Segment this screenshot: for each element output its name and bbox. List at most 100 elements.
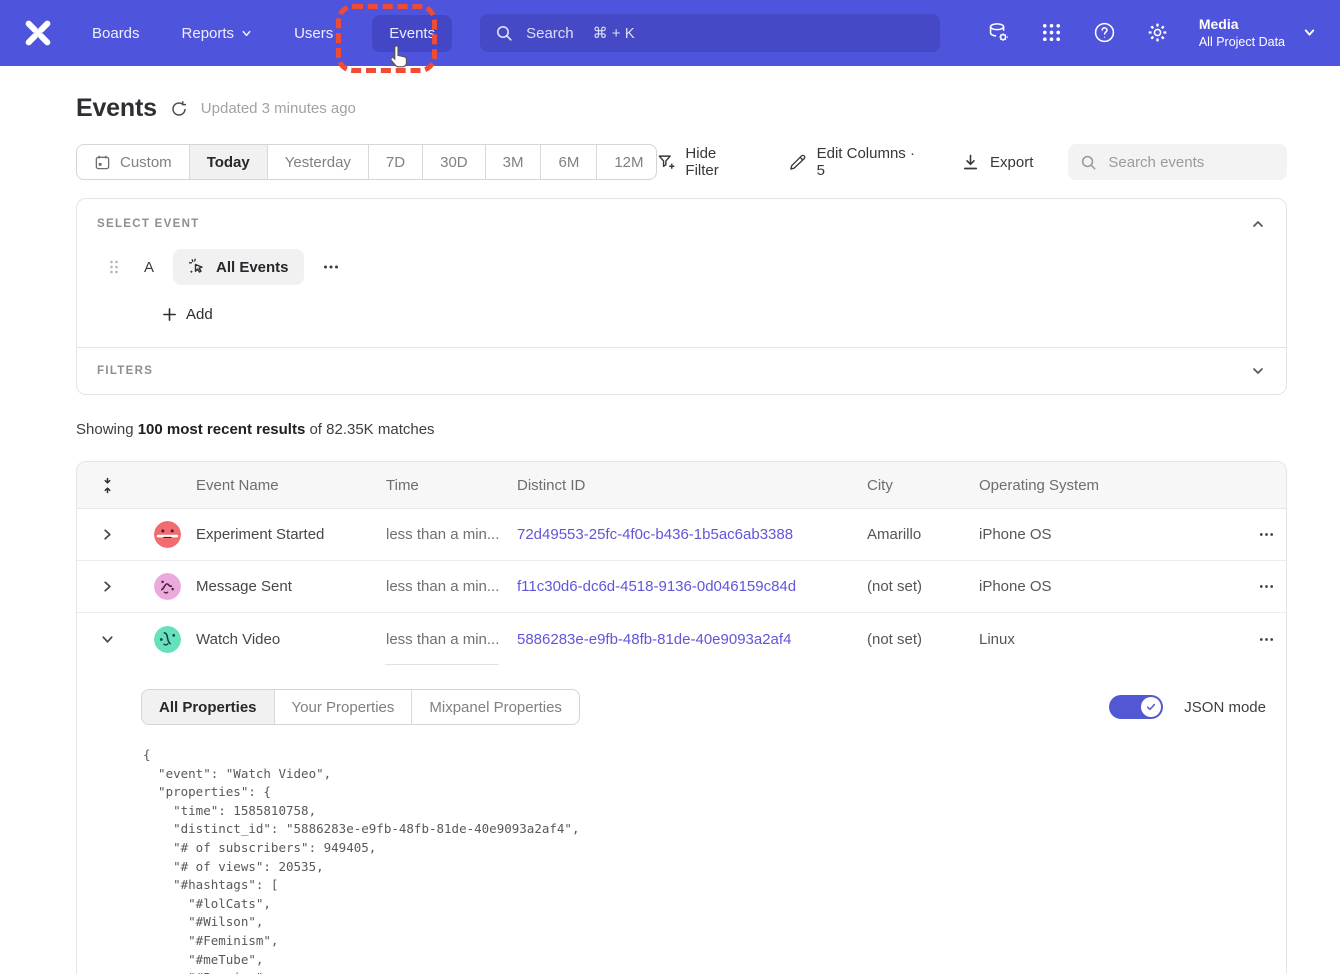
cell-distinct-id[interactable]: f11c30d6-dc6d-4518-9136-0d046159c84d [517, 578, 867, 595]
date-range-6m[interactable]: 6M [541, 145, 597, 179]
tab-mixpanel-properties[interactable]: Mixpanel Properties [412, 690, 579, 724]
row-more-options-icon[interactable] [1258, 526, 1275, 543]
row-more-options-icon[interactable] [1258, 631, 1275, 648]
check-icon [1145, 701, 1157, 713]
last-updated-text: Updated 3 minutes ago [201, 100, 356, 117]
tab-all-properties[interactable]: All Properties [142, 690, 275, 724]
date-range-custom[interactable]: Custom [77, 145, 190, 179]
table-row[interactable]: Experiment Started less than a min... 72… [77, 509, 1286, 561]
cell-time: less than a min... [386, 578, 517, 595]
date-range-7d[interactable]: 7D [369, 145, 423, 179]
cell-city: (not set) [867, 631, 979, 648]
time-column-divider [385, 664, 499, 665]
filters-label: FILTERS [97, 365, 153, 377]
page-title: Events [76, 94, 157, 123]
funnel-add-icon [657, 153, 676, 172]
data-management-icon[interactable] [987, 21, 1010, 44]
calendar-icon [94, 154, 111, 171]
cell-city: Amarillo [867, 526, 979, 543]
title-row: Events Updated 3 minutes ago [76, 94, 1287, 123]
cell-distinct-id[interactable]: 5886283e-e9fb-48fb-81de-40e9093a2af4 [517, 631, 867, 648]
date-range-control: Custom Today Yesterday 7D 30D 3M 6M 12M [76, 144, 657, 180]
global-search-bar[interactable]: Search ⌘ + K [480, 14, 940, 52]
properties-tabs: All Properties Your Properties Mixpanel … [141, 689, 580, 725]
help-icon[interactable] [1093, 21, 1116, 44]
cell-event-name: Experiment Started [196, 526, 386, 543]
all-events-selector[interactable]: All Events [173, 249, 304, 285]
col-event-name[interactable]: Event Name [196, 477, 386, 494]
event-json-viewer[interactable]: { "event": "Watch Video", "properties": … [143, 746, 1266, 974]
nav-item-boards[interactable]: Boards [92, 25, 140, 42]
event-detail-panel: All Properties Your Properties Mixpanel … [77, 665, 1286, 974]
edit-columns-button[interactable]: Edit Columns · 5 [788, 145, 926, 179]
nav-menu: Boards Reports Users Events [92, 15, 449, 52]
apps-grid-icon[interactable] [1040, 21, 1063, 44]
col-city[interactable]: City [867, 477, 979, 494]
toolbar-right: Hide Filter Edit Columns · 5 Export [657, 144, 1287, 180]
drag-handle-icon[interactable] [108, 259, 120, 275]
col-distinct-id[interactable]: Distinct ID [517, 477, 867, 494]
chevron-right-icon[interactable] [100, 579, 115, 594]
toolbar: Custom Today Yesterday 7D 30D 3M 6M 12M … [76, 144, 1287, 180]
plus-icon [162, 307, 177, 322]
cell-distinct-id[interactable]: 72d49553-25fc-4f0c-b436-1b5ac6ab3388 [517, 526, 867, 543]
filters-section[interactable]: FILTERS [77, 347, 1286, 394]
chevron-down-icon [1303, 26, 1316, 39]
events-search-field[interactable] [1068, 144, 1287, 180]
date-range-today[interactable]: Today [190, 145, 268, 179]
search-icon [1080, 154, 1097, 171]
event-avatar-icon [154, 521, 181, 548]
mixpanel-logo-icon[interactable] [24, 19, 52, 47]
add-event-button[interactable]: Add [162, 306, 1266, 323]
event-selection-row: A All Events [97, 249, 1266, 285]
chevron-down-icon[interactable] [100, 632, 115, 647]
settings-gear-icon[interactable] [1146, 21, 1169, 44]
date-range-yesterday[interactable]: Yesterday [268, 145, 369, 179]
toggle-knob [1141, 697, 1161, 717]
search-label: Search [526, 25, 574, 42]
chevron-right-icon[interactable] [100, 527, 115, 542]
event-more-options-icon[interactable] [322, 258, 340, 276]
download-icon [961, 153, 980, 172]
tab-your-properties[interactable]: Your Properties [275, 690, 413, 724]
refresh-icon[interactable] [170, 100, 188, 118]
collapse-rows-icon[interactable] [100, 477, 115, 494]
cell-event-name: Message Sent [196, 578, 386, 595]
nav-item-reports[interactable]: Reports [182, 25, 253, 42]
project-scope: All Project Data [1199, 34, 1285, 50]
top-nav: Boards Reports Users Events Search ⌘ + K [0, 0, 1340, 66]
table-header-row: Event Name Time Distinct ID City Operati… [77, 462, 1286, 509]
json-mode-toggle[interactable] [1109, 695, 1163, 719]
cell-event-name: Watch Video [196, 631, 386, 648]
nav-item-events[interactable]: Events [372, 15, 452, 52]
chevron-up-icon[interactable] [1250, 216, 1266, 232]
col-time[interactable]: Time [386, 477, 517, 494]
export-button[interactable]: Export [961, 153, 1033, 172]
chevron-down-icon [241, 28, 252, 39]
query-builder-card: SELECT EVENT A All Events [76, 198, 1287, 395]
search-icon [495, 24, 513, 42]
hide-filter-button[interactable]: Hide Filter [657, 145, 753, 179]
row-more-options-icon[interactable] [1258, 578, 1275, 595]
pencil-icon [788, 153, 807, 172]
cell-city: (not set) [867, 578, 979, 595]
date-range-12m[interactable]: 12M [597, 145, 656, 179]
project-switcher[interactable]: Media All Project Data [1199, 15, 1316, 50]
chevron-down-icon[interactable] [1250, 363, 1266, 379]
cell-time: less than a min... [386, 526, 517, 543]
event-avatar-icon [154, 626, 181, 653]
nav-item-users[interactable]: Users [294, 25, 333, 42]
nav-right-icons: Media All Project Data [987, 15, 1316, 50]
select-event-section: SELECT EVENT A All Events [77, 199, 1286, 347]
table-row[interactable]: Message Sent less than a min... f11c30d6… [77, 561, 1286, 613]
date-range-3m[interactable]: 3M [486, 145, 542, 179]
events-search-input[interactable] [1106, 153, 1275, 172]
results-count: 100 most recent results [138, 421, 306, 438]
cell-os: iPhone OS [979, 578, 1169, 595]
results-table: Event Name Time Distinct ID City Operati… [76, 461, 1287, 974]
date-range-30d[interactable]: 30D [423, 145, 486, 179]
project-name: Media [1199, 15, 1285, 34]
table-row-expanded[interactable]: Watch Video less than a min... 5886283e-… [77, 613, 1286, 665]
select-event-label: SELECT EVENT [97, 218, 200, 230]
col-operating-system[interactable]: Operating System [979, 477, 1169, 494]
